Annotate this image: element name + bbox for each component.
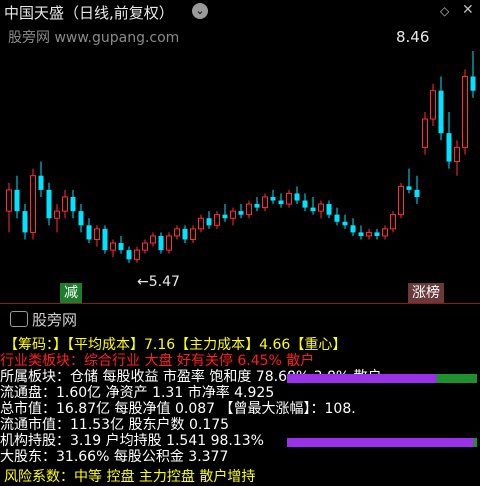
candle-body xyxy=(62,196,68,212)
candle-body xyxy=(102,228,108,251)
candle-body xyxy=(190,228,196,240)
candle-body xyxy=(302,200,308,208)
candle-body xyxy=(438,90,444,134)
candle-body xyxy=(366,231,372,237)
indicator-line: 大股东：31.66% 每股公积金 3.377 xyxy=(0,449,229,465)
candle-body xyxy=(430,90,436,120)
candle-body xyxy=(350,225,356,233)
candle-body xyxy=(206,218,212,226)
candle-body xyxy=(142,242,148,251)
candle-body xyxy=(182,228,188,240)
candle-body xyxy=(374,232,380,236)
candle-body xyxy=(86,225,92,240)
indicator-line: 风险系数：中等 控盘 主力控盘 散户增持 xyxy=(4,469,256,485)
signal-tag-limit-up: 涨榜 xyxy=(408,283,444,303)
signal-tag-reduce: 减 xyxy=(60,283,82,303)
progress-bar xyxy=(287,374,477,383)
candle-body xyxy=(6,189,12,212)
candle-body xyxy=(246,203,252,216)
candle-body xyxy=(406,186,412,190)
candle-body xyxy=(126,250,132,260)
candle-body xyxy=(54,210,60,219)
panel-logo: 股旁网 xyxy=(10,309,77,330)
candle-body xyxy=(78,211,84,226)
candle-body xyxy=(230,210,236,219)
candle-body xyxy=(294,193,300,201)
candle-body xyxy=(382,228,388,237)
candle-body xyxy=(14,189,20,212)
candle-body xyxy=(214,214,220,226)
logo-icon xyxy=(10,311,28,327)
candle-body xyxy=(158,235,164,251)
candle-body xyxy=(342,221,348,226)
progress-bar xyxy=(287,438,477,447)
candle-body xyxy=(198,217,204,230)
panel-logo-text: 股旁网 xyxy=(32,311,78,329)
candle-body xyxy=(414,189,420,197)
price-low-label: ←5.47 xyxy=(137,274,180,290)
candle-body xyxy=(358,232,364,236)
candle-body xyxy=(462,76,468,148)
candle-body xyxy=(238,211,244,215)
candle-body xyxy=(398,185,404,216)
candle-body xyxy=(278,200,284,205)
candle-body xyxy=(30,175,36,233)
candle-body xyxy=(286,192,292,205)
candle-body xyxy=(326,204,332,215)
candle-body xyxy=(70,196,76,212)
candle-body xyxy=(94,228,100,240)
panel-divider xyxy=(0,303,480,304)
candle-body xyxy=(254,204,260,208)
indicator-panel: 【筹码：】【平均成本】7.16【主力成本】4.66【重心】 行业类板块：综合行业… xyxy=(0,334,480,486)
price-high-label: 8.46 xyxy=(396,28,430,46)
candle-body xyxy=(38,175,44,190)
candle-body xyxy=(270,196,276,201)
candle-body xyxy=(174,228,180,237)
candle-body xyxy=(454,146,460,163)
candle-body xyxy=(318,203,324,212)
candle-body xyxy=(470,76,476,91)
candle-body xyxy=(422,118,428,148)
candle-body xyxy=(446,133,452,162)
candle-body xyxy=(222,214,228,219)
candle-body xyxy=(262,196,268,209)
candle-body xyxy=(390,214,396,230)
candle-body xyxy=(110,242,116,251)
candle-body xyxy=(166,235,172,251)
candle-body xyxy=(46,189,52,219)
candle-body xyxy=(310,207,316,212)
candle-body xyxy=(150,235,156,244)
candle-body xyxy=(134,249,140,260)
candle-body xyxy=(22,211,28,233)
candle-body xyxy=(334,214,340,222)
candle-body xyxy=(118,243,124,251)
